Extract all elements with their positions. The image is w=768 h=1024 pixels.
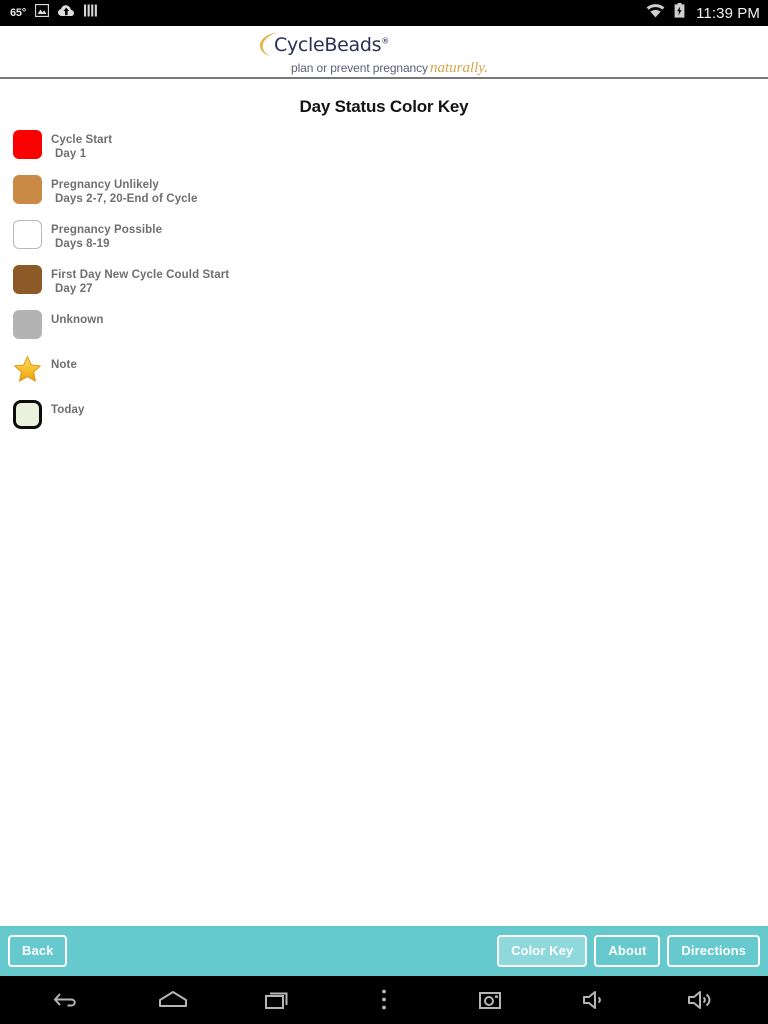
legend-row: Pregnancy Unlikely Days 2-7, 20-End of Cy… — [13, 174, 768, 219]
status-bar-left-group: 65° — [10, 3, 97, 22]
app-header: CycleBeads® plan or prevent pregnancy nat… — [0, 26, 768, 79]
main-content: Day Status Color Key Cycle Start Day 1 Pre… — [0, 79, 768, 926]
legend-label: First Day New Cycle Could Start — [51, 269, 230, 281]
legend-sublabel: Days 2-7, 20-End of Cycle — [55, 193, 198, 206]
home-icon[interactable] — [145, 978, 201, 1022]
android-status-bar: 65° 11:39 PM — [0, 0, 768, 26]
legend-row: First Day New Cycle Could Start Day 27 — [13, 264, 768, 309]
color-swatch — [13, 400, 42, 429]
legend-label: Cycle Start — [51, 134, 113, 146]
legend-text-group: Note — [51, 354, 77, 372]
battery-charging-icon — [674, 3, 685, 23]
overflow-menu-icon[interactable] — [356, 978, 412, 1022]
cyclebeads-logo: CycleBeads® plan or prevent pregnancy nat… — [258, 29, 518, 77]
legend-row: Today — [13, 399, 768, 444]
page-title: Day Status Color Key — [299, 97, 469, 116]
star-icon — [13, 355, 42, 384]
photo-icon — [34, 3, 50, 22]
legend-text-group: Pregnancy Unlikely Days 2-7, 20-End of Cy… — [51, 174, 197, 206]
trademark-symbol: ® — [381, 36, 389, 46]
tagline-plain: plan or prevent pregnancy — [291, 61, 428, 75]
legend-label: Pregnancy Unlikely — [51, 179, 159, 191]
legend-row: Unknown — [13, 309, 768, 354]
back-icon[interactable] — [39, 978, 95, 1022]
legend-label: Note — [51, 359, 77, 371]
volume-up-icon[interactable] — [673, 978, 729, 1022]
legend-label: Pregnancy Possible — [51, 224, 163, 236]
legend-label: Unknown — [51, 314, 104, 326]
legend-text-group: Cycle Start Day 1 — [51, 129, 112, 161]
toolbar-right-group: Color Key About Directions — [497, 935, 760, 967]
color-swatch — [13, 265, 42, 294]
directions-button[interactable]: Directions — [667, 935, 760, 967]
volume-down-icon[interactable] — [567, 978, 623, 1022]
brand-tagline: plan or prevent pregnancy naturally. — [291, 60, 488, 77]
legend-row: Cycle Start Day 1 — [13, 129, 768, 174]
bottom-toolbar: Back Color Key About Directions — [0, 926, 768, 976]
color-key-button[interactable]: Color Key — [497, 935, 588, 967]
brand-name: CycleBeads® — [274, 34, 389, 56]
legend-label: Today — [51, 404, 85, 416]
color-swatch — [13, 310, 42, 339]
cloud-upload-icon — [58, 4, 75, 22]
color-swatch — [13, 220, 42, 249]
legend-row: Pregnancy Possible Days 8-19 — [13, 219, 768, 264]
color-swatch — [13, 130, 42, 159]
legend-text-group: Unknown — [51, 309, 103, 327]
color-key-legend: Cycle Start Day 1 Pregnancy Unlikely Days 2… — [0, 129, 768, 444]
legend-text-group: First Day New Cycle Could Start Day 27 — [51, 264, 229, 296]
legend-text-group: Pregnancy Possible Days 8-19 — [51, 219, 162, 251]
screenshot-camera-icon[interactable] — [462, 978, 518, 1022]
temperature-indicator: 65° — [10, 7, 27, 19]
back-button[interactable]: Back — [8, 935, 68, 967]
wifi-icon — [646, 3, 665, 23]
android-navigation-bar — [0, 976, 768, 1024]
recents-icon[interactable] — [250, 978, 306, 1022]
legend-sublabel: Days 8-19 — [55, 238, 110, 251]
app-root: 65° 11:39 PM CycleBeads® plan or prevent… — [0, 0, 768, 1024]
about-button[interactable]: About — [594, 935, 661, 967]
clock-time: 11:39 PM — [696, 4, 760, 22]
legend-row: Note — [13, 354, 768, 399]
legend-text-group: Today — [51, 399, 85, 417]
brand-text: CycleBeads — [274, 34, 382, 56]
legend-sublabel: Day 1 — [55, 148, 87, 161]
status-bar-right-group: 11:39 PM — [646, 3, 760, 23]
tagline-script: naturally. — [429, 60, 488, 76]
legend-sublabel: Day 27 — [55, 283, 93, 296]
color-swatch — [13, 175, 42, 204]
bars-icon — [84, 4, 97, 22]
